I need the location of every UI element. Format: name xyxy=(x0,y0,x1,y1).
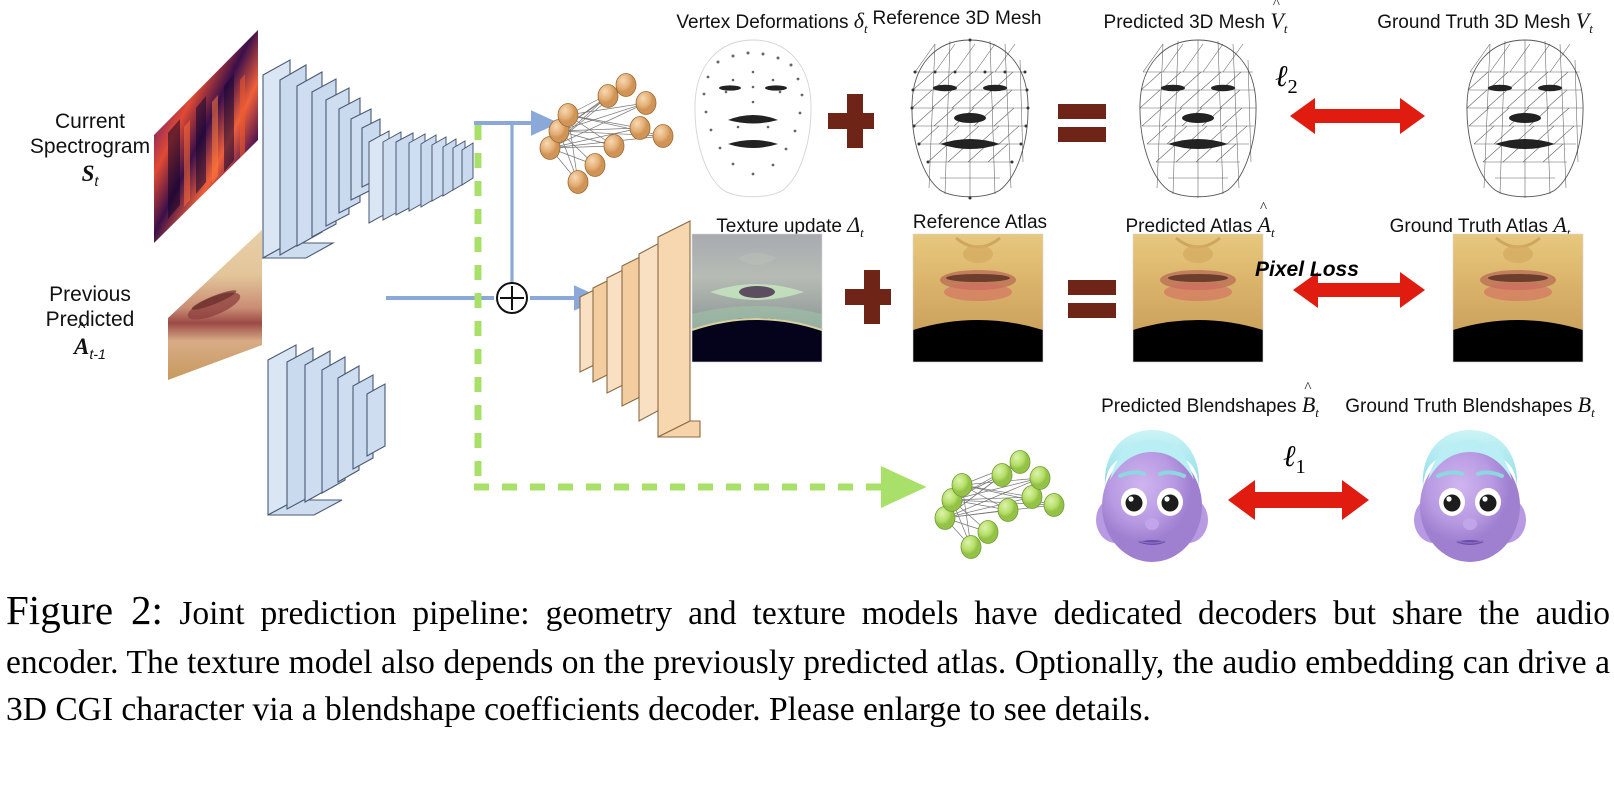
ground-truth-blendshapes-character xyxy=(1412,428,1528,564)
concat-operator-icon xyxy=(496,282,528,314)
figure-number: Figure 2: xyxy=(6,587,163,633)
spectrogram-image xyxy=(154,30,258,243)
predicted-blendshapes-character xyxy=(1094,428,1210,564)
audio-encoder-stack xyxy=(260,59,474,259)
equals-operator-texture xyxy=(1068,280,1116,318)
blendshape-mlp-nodes xyxy=(934,450,1065,559)
hat-accent: ^ xyxy=(1272,0,1280,12)
reference-atlas-image xyxy=(912,233,1044,363)
figure-2-diagram: Current Spectrogram St Previous Predicte… xyxy=(0,0,1614,803)
l1-loss-arrow xyxy=(1228,480,1369,520)
plus-operator-texture xyxy=(845,270,891,324)
hat-accent: ^ xyxy=(1304,380,1312,396)
network-architecture-svg xyxy=(154,30,1065,559)
previous-atlas-image xyxy=(168,230,262,380)
pixel-loss-label: Pixel Loss xyxy=(1255,258,1359,281)
texture-row-svg xyxy=(691,233,1584,363)
figure-caption-text: Joint prediction pipeline: geometry and … xyxy=(6,595,1611,729)
blendshapes-row-svg xyxy=(1094,428,1528,564)
reference-3d-mesh xyxy=(910,38,1030,200)
predicted-3d-mesh xyxy=(1139,39,1257,198)
l2-loss-label: ℓ2 xyxy=(1275,60,1298,98)
l2-loss-arrow xyxy=(1290,98,1425,134)
texture-update-image xyxy=(691,233,823,363)
image-encoder-stack xyxy=(267,344,386,516)
l1-loss-label: ℓ1 xyxy=(1283,440,1306,478)
geometry-row-svg xyxy=(694,38,1584,200)
equals-operator-geometry xyxy=(1058,104,1106,142)
hat-accent: ^ xyxy=(1260,200,1268,216)
figure-caption: Figure 2: Joint prediction pipeline: geo… xyxy=(6,583,1610,733)
ground-truth-atlas-image xyxy=(1452,233,1584,363)
ground-truth-3d-mesh xyxy=(1466,39,1584,198)
geometry-mlp-nodes xyxy=(539,73,674,194)
vertex-deformations-mesh xyxy=(694,39,812,198)
predicted-atlas-image xyxy=(1132,233,1264,363)
plus-operator-geometry xyxy=(828,94,874,148)
